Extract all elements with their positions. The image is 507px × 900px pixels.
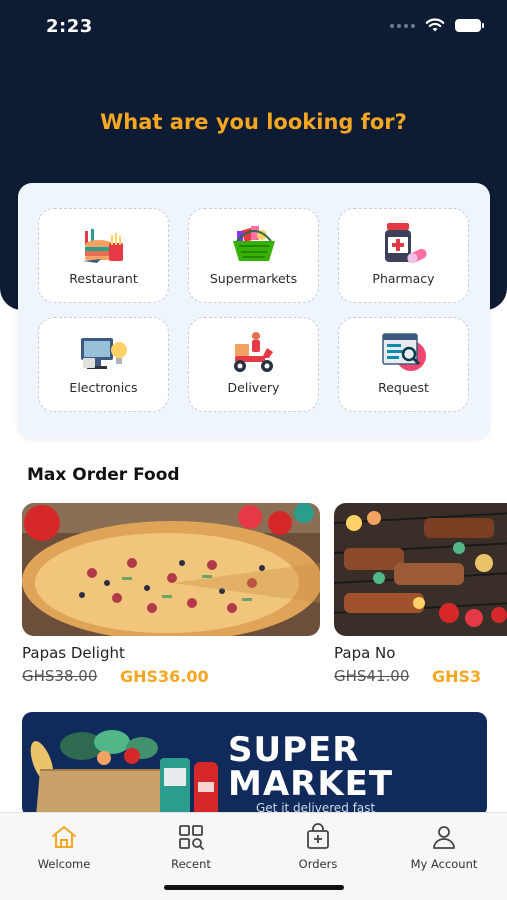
tab-label: Orders [298, 857, 338, 871]
home-indicator[interactable] [164, 885, 344, 890]
category-label: Restaurant [69, 271, 138, 286]
tab-recent[interactable]: Recent [136, 819, 246, 875]
home-icon [52, 826, 76, 848]
food-old-price: GHS38.00 [22, 667, 98, 685]
battery-icon [455, 19, 484, 32]
orders-bag-icon [307, 823, 329, 849]
tab-welcome[interactable]: Welcome [9, 819, 119, 875]
category-supermarkets[interactable]: Supermarkets [188, 208, 319, 303]
tab-orders[interactable]: Orders [263, 819, 373, 875]
category-delivery[interactable]: Delivery [188, 317, 319, 412]
category-label: Delivery [227, 380, 280, 395]
section-title: Max Order Food [27, 465, 180, 485]
delivery-scooter-icon [233, 332, 273, 372]
food-image [334, 503, 507, 636]
user-icon [433, 826, 455, 849]
cellular-signal-icon [390, 23, 415, 28]
food-image [22, 503, 320, 636]
food-old-price: GHS41.00 [334, 667, 410, 685]
supermarket-basket-icon [232, 226, 275, 261]
category-label: Supermarkets [209, 271, 298, 286]
category-restaurant[interactable]: Restaurant [38, 208, 169, 303]
banner-title-line2: MARKET [228, 764, 394, 804]
grocery-bag-illustration [30, 730, 218, 817]
food-new-price: GHS3 [432, 667, 482, 686]
food-card[interactable]: Papa No GHS41.00 GHS3 [334, 503, 507, 693]
category-label: Electronics [69, 380, 138, 395]
tab-label: Recent [171, 857, 211, 871]
category-label: Request [378, 380, 429, 395]
food-card[interactable]: Papas Delight GHS38.00 GHS36.00 [22, 503, 320, 693]
status-time: 2:23 [46, 16, 93, 37]
restaurant-icon [82, 229, 123, 263]
status-icons [390, 18, 484, 33]
status-bar: 2:23 [0, 0, 507, 54]
tab-my-account[interactable]: My Account [389, 819, 499, 875]
tab-label: Welcome [37, 857, 91, 871]
category-electronics[interactable]: Electronics [38, 317, 169, 412]
category-card: Restaurant Supermarkets Pharmacy Electro… [18, 183, 490, 438]
food-name: Papas Delight [22, 644, 125, 662]
hero-title: What are you looking for? [100, 110, 407, 134]
supermarket-banner[interactable]: SUPER MARKET Get it delivered fast [22, 712, 487, 817]
food-name: Papa No [334, 644, 396, 662]
tab-label: My Account [410, 857, 478, 871]
pharmacy-icon [384, 223, 427, 264]
food-new-price: GHS36.00 [120, 667, 209, 686]
grid-search-icon [179, 825, 204, 850]
request-icon [381, 333, 426, 371]
wifi-icon [425, 18, 445, 32]
electronics-icon [80, 338, 127, 369]
category-pharmacy[interactable]: Pharmacy [338, 208, 469, 303]
category-label: Pharmacy [372, 271, 435, 286]
category-request[interactable]: Request [338, 317, 469, 412]
